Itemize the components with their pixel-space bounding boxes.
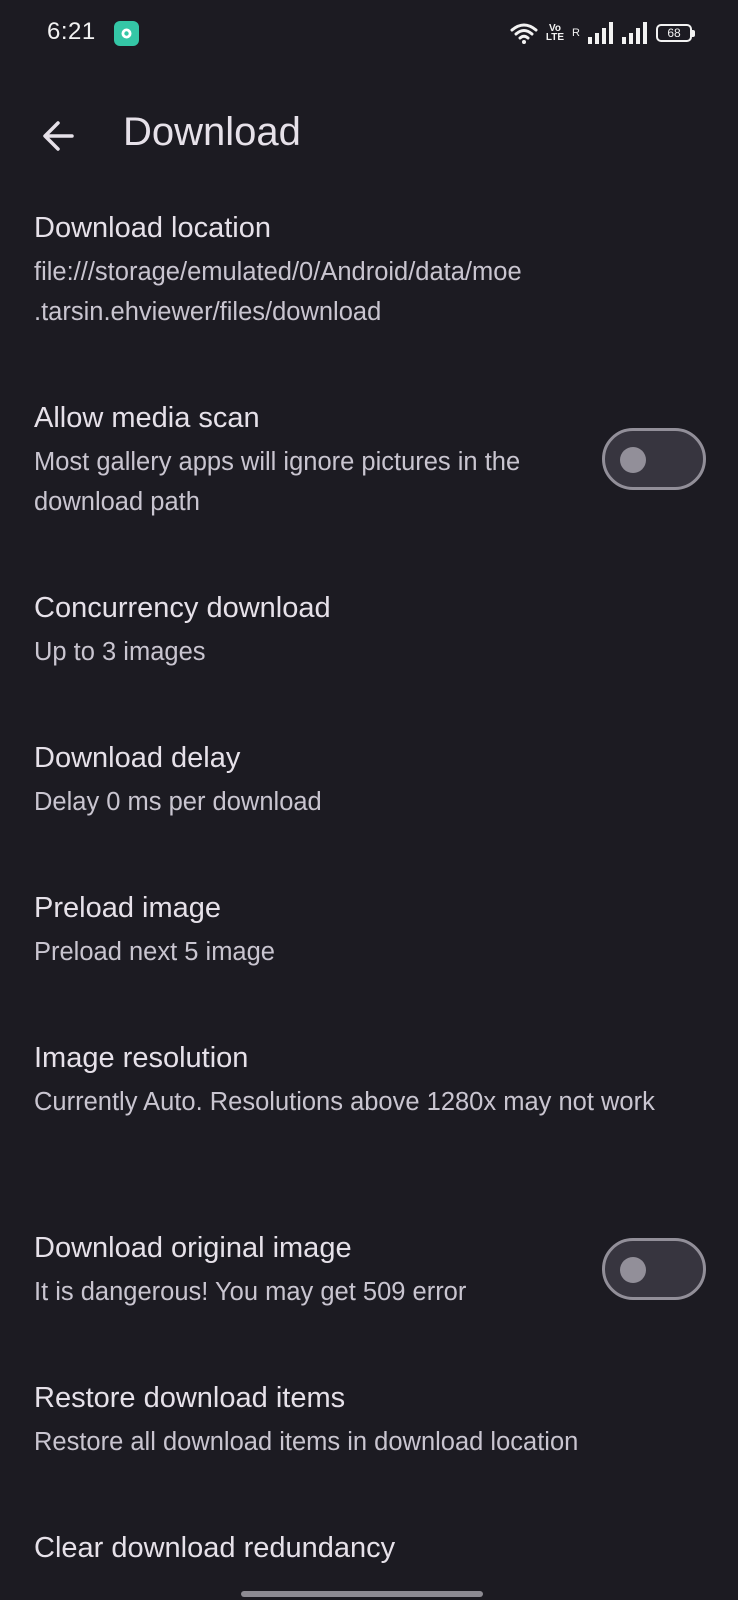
setting-summary: Currently Auto. Resolutions above 1280x … [34, 1088, 655, 1116]
setting-title: Image resolution [34, 1042, 249, 1074]
wifi-icon [510, 23, 538, 44]
setting-title: Preload image [34, 892, 221, 924]
setting-summary: Restore all download items in download l… [34, 1428, 579, 1456]
battery-level: 68 [667, 26, 681, 40]
setting-title: Download location [34, 212, 271, 244]
setting-summary: Up to 3 images [34, 638, 206, 666]
setting-preload-image[interactable]: Preload image Preload next 5 image [0, 888, 738, 1038]
setting-summary: Delay 0 ms per download [34, 788, 322, 816]
setting-title: Clear download redundancy [34, 1532, 396, 1564]
setting-concurrency-download[interactable]: Concurrency download Up to 3 images [0, 588, 738, 738]
switch-thumb [620, 1257, 646, 1283]
battery-icon: 68 [656, 24, 695, 42]
setting-summary: file:///storage/emulated/0/Android/data/… [34, 258, 522, 326]
setting-summary: Preload next 5 image [34, 938, 275, 966]
roaming-indicator: R [572, 27, 580, 39]
status-time: 6:21 [47, 18, 96, 45]
setting-image-resolution[interactable]: Image resolution Currently Auto. Resolut… [0, 1038, 738, 1228]
setting-title: Concurrency download [34, 592, 331, 624]
volte-icon: Vo LTE [545, 23, 565, 43]
gesture-navigation-bar[interactable] [241, 1591, 483, 1597]
page-title: Download [123, 110, 301, 154]
setting-summary: It is dangerous! You may get 509 error [34, 1278, 467, 1306]
setting-clear-download-redundancy[interactable]: Clear download redundancy [0, 1528, 738, 1588]
original-image-switch[interactable] [602, 1238, 706, 1300]
signal-icon [588, 22, 613, 44]
media-scan-switch[interactable] [602, 428, 706, 490]
setting-title: Allow media scan [34, 402, 260, 434]
setting-title: Download delay [34, 742, 241, 774]
notification-app-icon [114, 21, 139, 46]
app-bar: Download [0, 90, 738, 180]
setting-download-delay[interactable]: Download delay Delay 0 ms per download [0, 738, 738, 888]
switch-thumb [620, 447, 646, 473]
setting-restore-download-items[interactable]: Restore download items Restore all downl… [0, 1378, 738, 1528]
status-bar: 6:21 Vo LTE R 68 [0, 0, 738, 68]
status-icons: Vo LTE R 68 [510, 18, 695, 48]
setting-allow-media-scan[interactable]: Allow media scan Most gallery apps will … [0, 398, 738, 588]
back-button[interactable] [30, 108, 86, 164]
signal-icon-2 [622, 22, 647, 44]
arrow-left-icon [43, 121, 74, 151]
setting-download-location[interactable]: Download location file:///storage/emulat… [0, 208, 738, 398]
setting-title: Restore download items [34, 1382, 346, 1414]
setting-summary: Most gallery apps will ignore pictures i… [34, 448, 521, 516]
setting-download-original-image[interactable]: Download original image It is dangerous!… [0, 1228, 738, 1378]
settings-list: Download location file:///storage/emulat… [0, 208, 738, 1588]
